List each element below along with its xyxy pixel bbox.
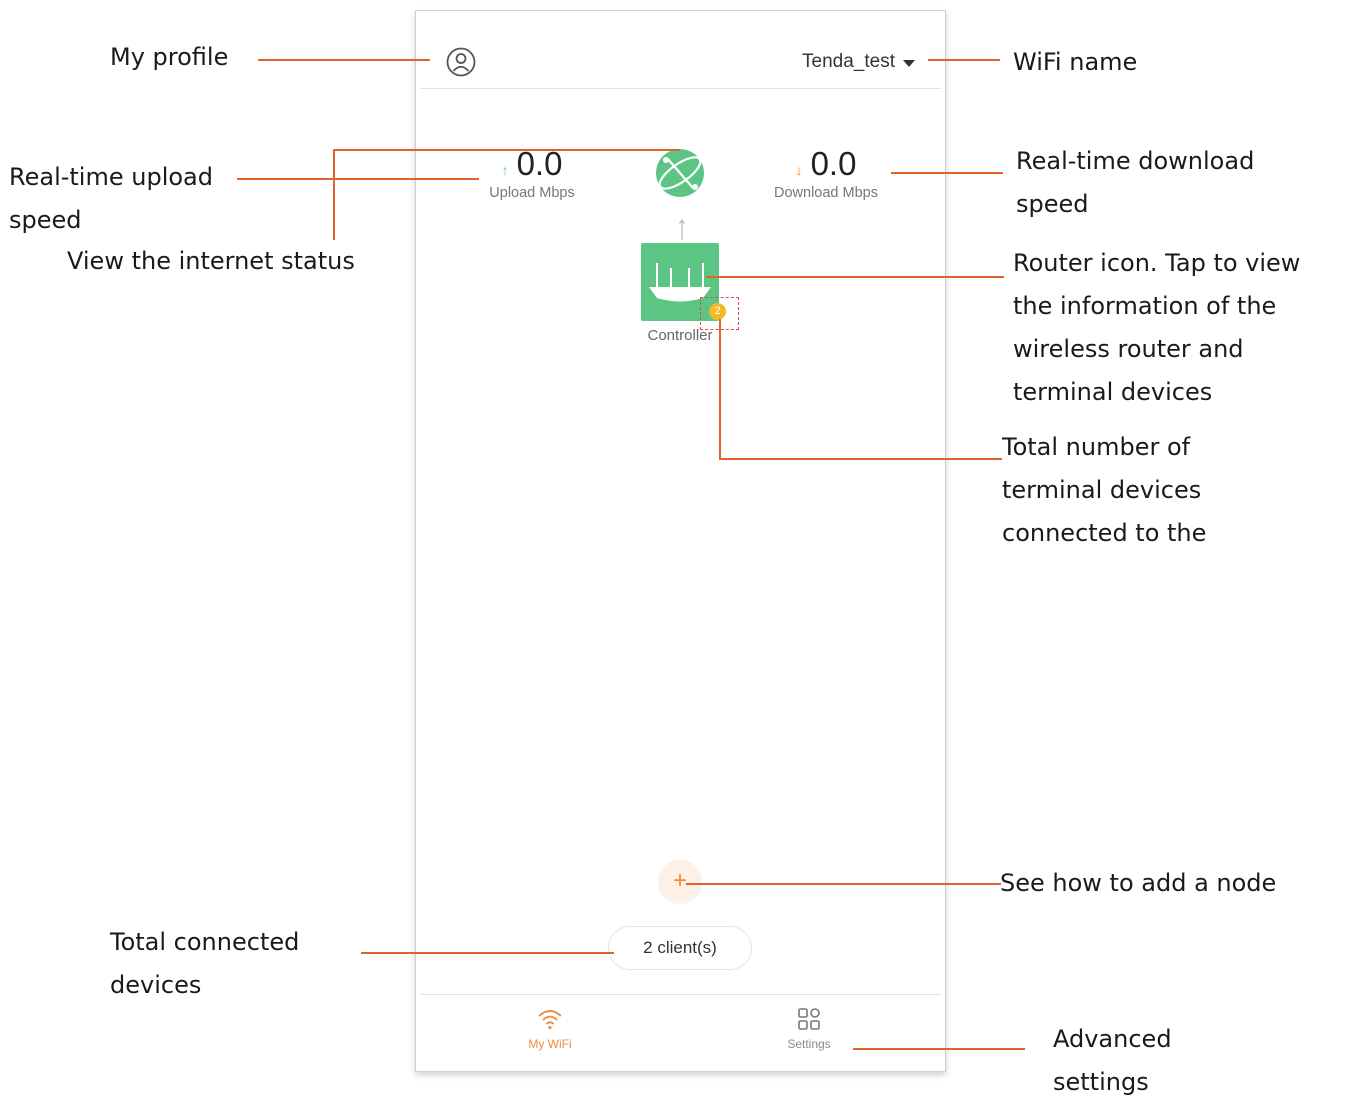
line-my-profile	[258, 59, 430, 61]
note-terminal-total: Total number of terminal devices connect…	[1002, 433, 1207, 547]
tab-settings-label: Settings	[787, 1037, 831, 1051]
link-arrow-icon	[678, 218, 686, 240]
line-badge-vert	[719, 319, 721, 460]
arrow-up-icon: ↑	[501, 162, 509, 178]
caret-down-icon	[903, 59, 915, 67]
line-internet-status-vert	[333, 149, 335, 240]
line-add-node	[686, 883, 1001, 885]
clients-button[interactable]: 2 client(s)	[608, 926, 752, 970]
upload-speed: ↑ 0.0 Upload Mbps	[447, 145, 617, 201]
arrow-down-icon: ↓	[795, 162, 803, 178]
note-total-connected: Total connected devices	[110, 928, 300, 999]
note-router-icon: Router icon. Tap to view the information…	[1013, 249, 1301, 406]
line-router-icon	[706, 276, 1004, 278]
tab-my-wifi-label: My WiFi	[528, 1037, 572, 1051]
line-upload-speed	[237, 178, 479, 180]
note-add-node: See how to add a node	[1000, 869, 1277, 897]
tab-my-wifi[interactable]: My WiFi	[490, 1006, 610, 1051]
line-badge-horiz	[719, 458, 1002, 460]
globe-icon[interactable]	[655, 148, 705, 198]
header-divider	[420, 88, 941, 89]
wifi-icon	[538, 1010, 562, 1030]
download-label: Download Mbps	[774, 185, 878, 201]
wifi-name-text: Tenda_test	[802, 51, 895, 72]
wifi-name-dropdown[interactable]: Tenda_test	[802, 49, 915, 75]
note-wifi-name: WiFi name	[1013, 48, 1138, 76]
tabbar-divider	[420, 994, 941, 995]
note-my-profile: My profile	[110, 43, 229, 71]
line-wifi-name	[928, 59, 1000, 61]
note-internet-status: View the internet status	[67, 247, 355, 275]
device-count-badge: 2	[709, 303, 726, 320]
download-value: 0.0	[810, 145, 857, 182]
line-download-speed	[891, 172, 1003, 174]
add-node-button[interactable]: +	[658, 860, 702, 904]
note-download-speed: Real-time download speed	[1016, 147, 1255, 218]
profile-icon[interactable]	[445, 46, 477, 78]
upload-label: Upload Mbps	[489, 185, 575, 201]
line-internet-status-top	[334, 149, 680, 151]
tab-settings[interactable]: Settings	[749, 1006, 869, 1051]
download-speed: ↓ 0.0 Download Mbps	[741, 145, 911, 201]
note-upload-speed: Real-time upload speed	[9, 163, 213, 234]
app-screen: Tenda_test ↑ 0.0 Upload Mbps ↓ 0.0 Downloa…	[415, 10, 946, 1072]
grid-icon	[798, 1008, 820, 1030]
note-advanced-settings: Advanced settings	[1053, 1025, 1172, 1096]
router-label: Controller	[647, 327, 713, 344]
top-bar: Tenda_test	[416, 11, 945, 89]
line-total-connected	[361, 952, 614, 954]
line-advanced-settings	[853, 1048, 1025, 1050]
